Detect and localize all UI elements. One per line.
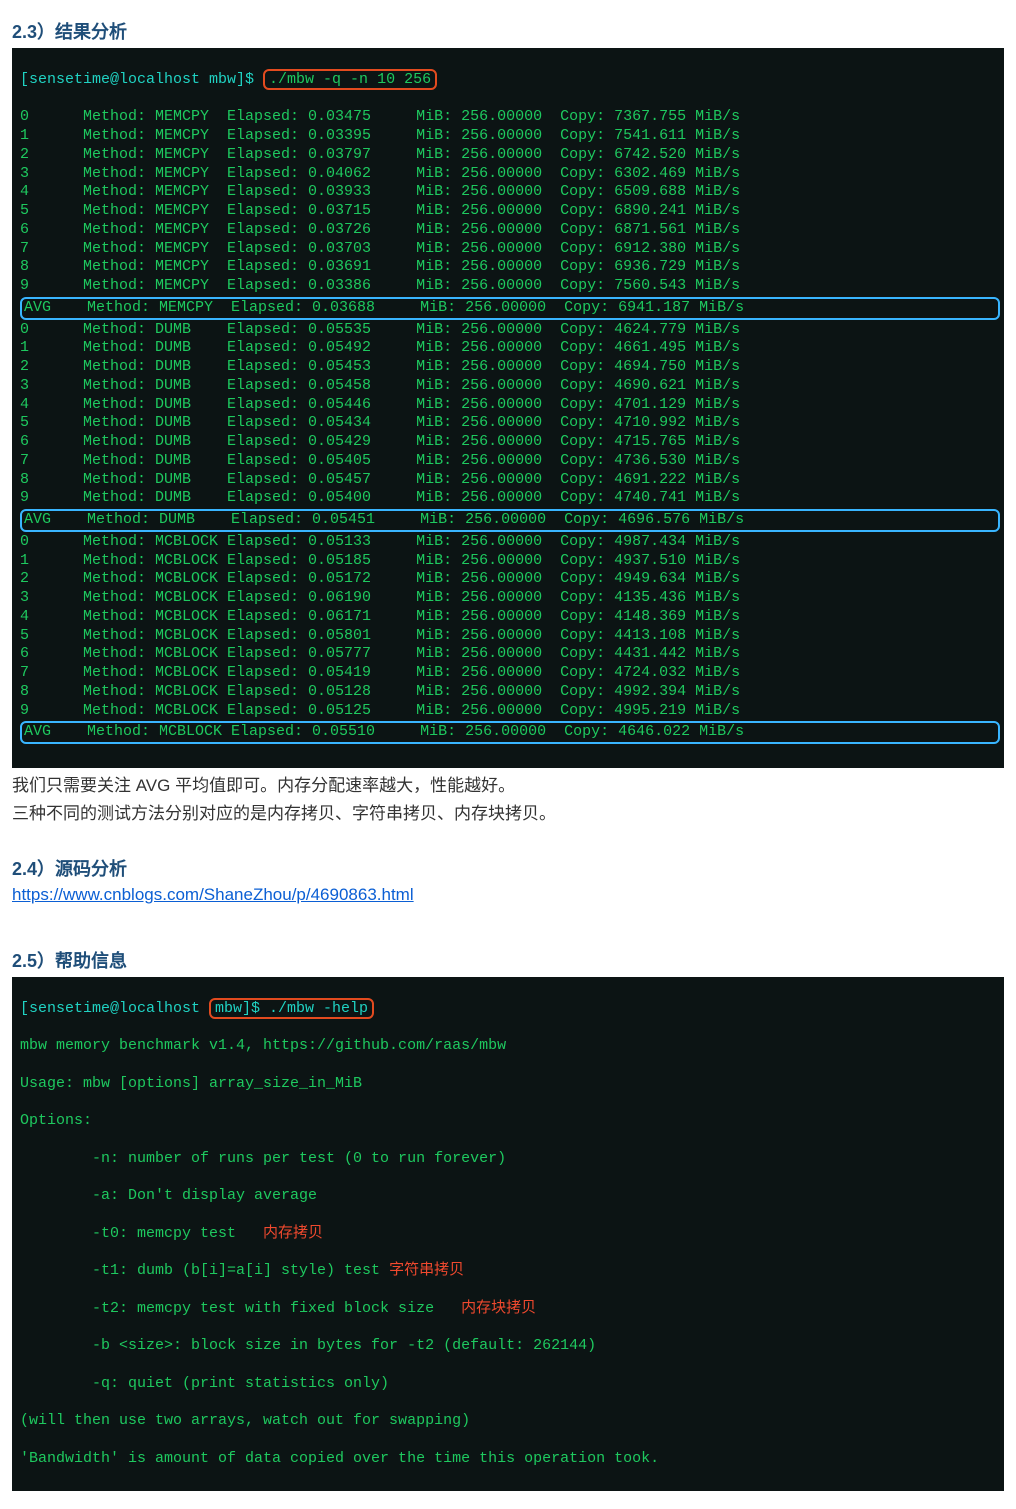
terminal-data-row: 2 Method: DUMB Elapsed: 0.05453 MiB: 256… (16, 358, 1004, 377)
help-line: Usage: mbw [options] array_size_in_MiB (16, 1075, 1004, 1094)
help-command-highlight: mbw]$ ./mbw -help (209, 998, 374, 1019)
terminal-data-row: 9 Method: MEMCPY Elapsed: 0.03386 MiB: 2… (16, 277, 1004, 296)
terminal-avg-row: AVG Method: MCBLOCK Elapsed: 0.05510 MiB… (20, 721, 1000, 744)
prompt-left: [sensetime@localhost (20, 1000, 209, 1017)
terminal-data-row: 4 Method: MCBLOCK Elapsed: 0.06171 MiB: … (16, 608, 1004, 627)
opt-t0-text: -t0: memcpy test (20, 1225, 236, 1242)
terminal-data-row: 6 Method: MEMCPY Elapsed: 0.03726 MiB: 2… (16, 221, 1004, 240)
terminal-data-row: 8 Method: MCBLOCK Elapsed: 0.05128 MiB: … (16, 683, 1004, 702)
analysis-text-1: 我们只需要关注 AVG 平均值即可。内存分配速率越大，性能越好。 (12, 774, 1004, 799)
help-swap: (will then use two arrays, watch out for… (16, 1412, 1004, 1431)
terminal-avg-row: AVG Method: DUMB Elapsed: 0.05451 MiB: 2… (20, 509, 1000, 532)
help-prompt-row: [sensetime@localhost mbw]$ ./mbw -help (16, 1000, 1004, 1019)
terminal-data-row: 5 Method: DUMB Elapsed: 0.05434 MiB: 256… (16, 414, 1004, 433)
terminal-data-row: 0 Method: MCBLOCK Elapsed: 0.05133 MiB: … (16, 533, 1004, 552)
terminal-data-row: 1 Method: DUMB Elapsed: 0.05492 MiB: 256… (16, 339, 1004, 358)
terminal-output-1: [sensetime@localhost mbw]$ ./mbw -q -n 1… (12, 48, 1004, 768)
terminal-data-row: 3 Method: DUMB Elapsed: 0.05458 MiB: 256… (16, 377, 1004, 396)
terminal-data-row: 1 Method: MCBLOCK Elapsed: 0.05185 MiB: … (16, 552, 1004, 571)
terminal-data-row: 7 Method: DUMB Elapsed: 0.05405 MiB: 256… (16, 452, 1004, 471)
terminal-data-row: 9 Method: MCBLOCK Elapsed: 0.05125 MiB: … (16, 702, 1004, 721)
terminal-data-row: 2 Method: MCBLOCK Elapsed: 0.05172 MiB: … (16, 570, 1004, 589)
terminal-data-row: 4 Method: DUMB Elapsed: 0.05446 MiB: 256… (16, 396, 1004, 415)
terminal-data-row: 8 Method: MEMCPY Elapsed: 0.03691 MiB: 2… (16, 258, 1004, 277)
help-line: Options: (16, 1112, 1004, 1131)
section-heading-2-3: 2.3）结果分析 (12, 18, 1004, 44)
terminal-data-row: 0 Method: MEMCPY Elapsed: 0.03475 MiB: 2… (16, 108, 1004, 127)
terminal-data-row: 6 Method: DUMB Elapsed: 0.05429 MiB: 256… (16, 433, 1004, 452)
terminal-data-row: 7 Method: MEMCPY Elapsed: 0.03703 MiB: 2… (16, 240, 1004, 259)
help-opt-a: -a: Don't display average (16, 1187, 1004, 1206)
analysis-text-2: 三种不同的测试方法分别对应的是内存拷贝、字符串拷贝、内存块拷贝。 (12, 802, 1004, 827)
terminal-data-row: 2 Method: MEMCPY Elapsed: 0.03797 MiB: 2… (16, 146, 1004, 165)
terminal-data-row: 6 Method: MCBLOCK Elapsed: 0.05777 MiB: … (16, 645, 1004, 664)
terminal-data-row: 5 Method: MCBLOCK Elapsed: 0.05801 MiB: … (16, 627, 1004, 646)
terminal-avg-row: AVG Method: MEMCPY Elapsed: 0.03688 MiB:… (20, 297, 1000, 320)
terminal-data-row: 0 Method: DUMB Elapsed: 0.05535 MiB: 256… (16, 321, 1004, 340)
terminal-data-row: 3 Method: MEMCPY Elapsed: 0.04062 MiB: 2… (16, 165, 1004, 184)
help-opt-q: -q: quiet (print statistics only) (16, 1375, 1004, 1394)
opt-t2-text: -t2: memcpy test with fixed block size (20, 1300, 434, 1317)
help-opt-n: -n: number of runs per test (0 to run fo… (16, 1150, 1004, 1169)
anno-dumb: 字符串拷贝 (380, 1262, 464, 1279)
terminal-data-row: 9 Method: DUMB Elapsed: 0.05400 MiB: 256… (16, 489, 1004, 508)
prompt-text: [sensetime@localhost mbw]$ (20, 71, 263, 88)
help-opt-t0: -t0: memcpy test 内存拷贝 (16, 1225, 1004, 1244)
anno-memcpy: 内存拷贝 (236, 1225, 323, 1242)
terminal-data-row: 7 Method: MCBLOCK Elapsed: 0.05419 MiB: … (16, 664, 1004, 683)
source-link[interactable]: https://www.cnblogs.com/ShaneZhou/p/4690… (12, 885, 414, 904)
section-heading-2-4: 2.4）源码分析 (12, 855, 1004, 881)
command-highlight: ./mbw -q -n 10 256 (263, 69, 437, 90)
help-opt-t2: -t2: memcpy test with fixed block size 内… (16, 1300, 1004, 1319)
section-heading-2-5: 2.5）帮助信息 (12, 947, 1004, 973)
terminal-data-row: 5 Method: MEMCPY Elapsed: 0.03715 MiB: 2… (16, 202, 1004, 221)
terminal-output-2: [sensetime@localhost mbw]$ ./mbw -help m… (12, 977, 1004, 1491)
terminal-prompt-row: [sensetime@localhost mbw]$ ./mbw -q -n 1… (16, 71, 1004, 90)
help-line: mbw memory benchmark v1.4, https://githu… (16, 1037, 1004, 1056)
help-opt-t1: -t1: dumb (b[i]=a[i] style) test 字符串拷贝 (16, 1262, 1004, 1281)
opt-t1-text: -t1: dumb (b[i]=a[i] style) test (20, 1262, 380, 1279)
help-opt-b: -b <size>: block size in bytes for -t2 (… (16, 1337, 1004, 1356)
help-bandwidth: 'Bandwidth' is amount of data copied ove… (16, 1450, 1004, 1469)
anno-mcblock: 内存块拷贝 (434, 1300, 536, 1317)
terminal-data-row: 8 Method: DUMB Elapsed: 0.05457 MiB: 256… (16, 471, 1004, 490)
terminal-data-row: 4 Method: MEMCPY Elapsed: 0.03933 MiB: 2… (16, 183, 1004, 202)
terminal-data-row: 1 Method: MEMCPY Elapsed: 0.03395 MiB: 2… (16, 127, 1004, 146)
terminal-data-row: 3 Method: MCBLOCK Elapsed: 0.06190 MiB: … (16, 589, 1004, 608)
